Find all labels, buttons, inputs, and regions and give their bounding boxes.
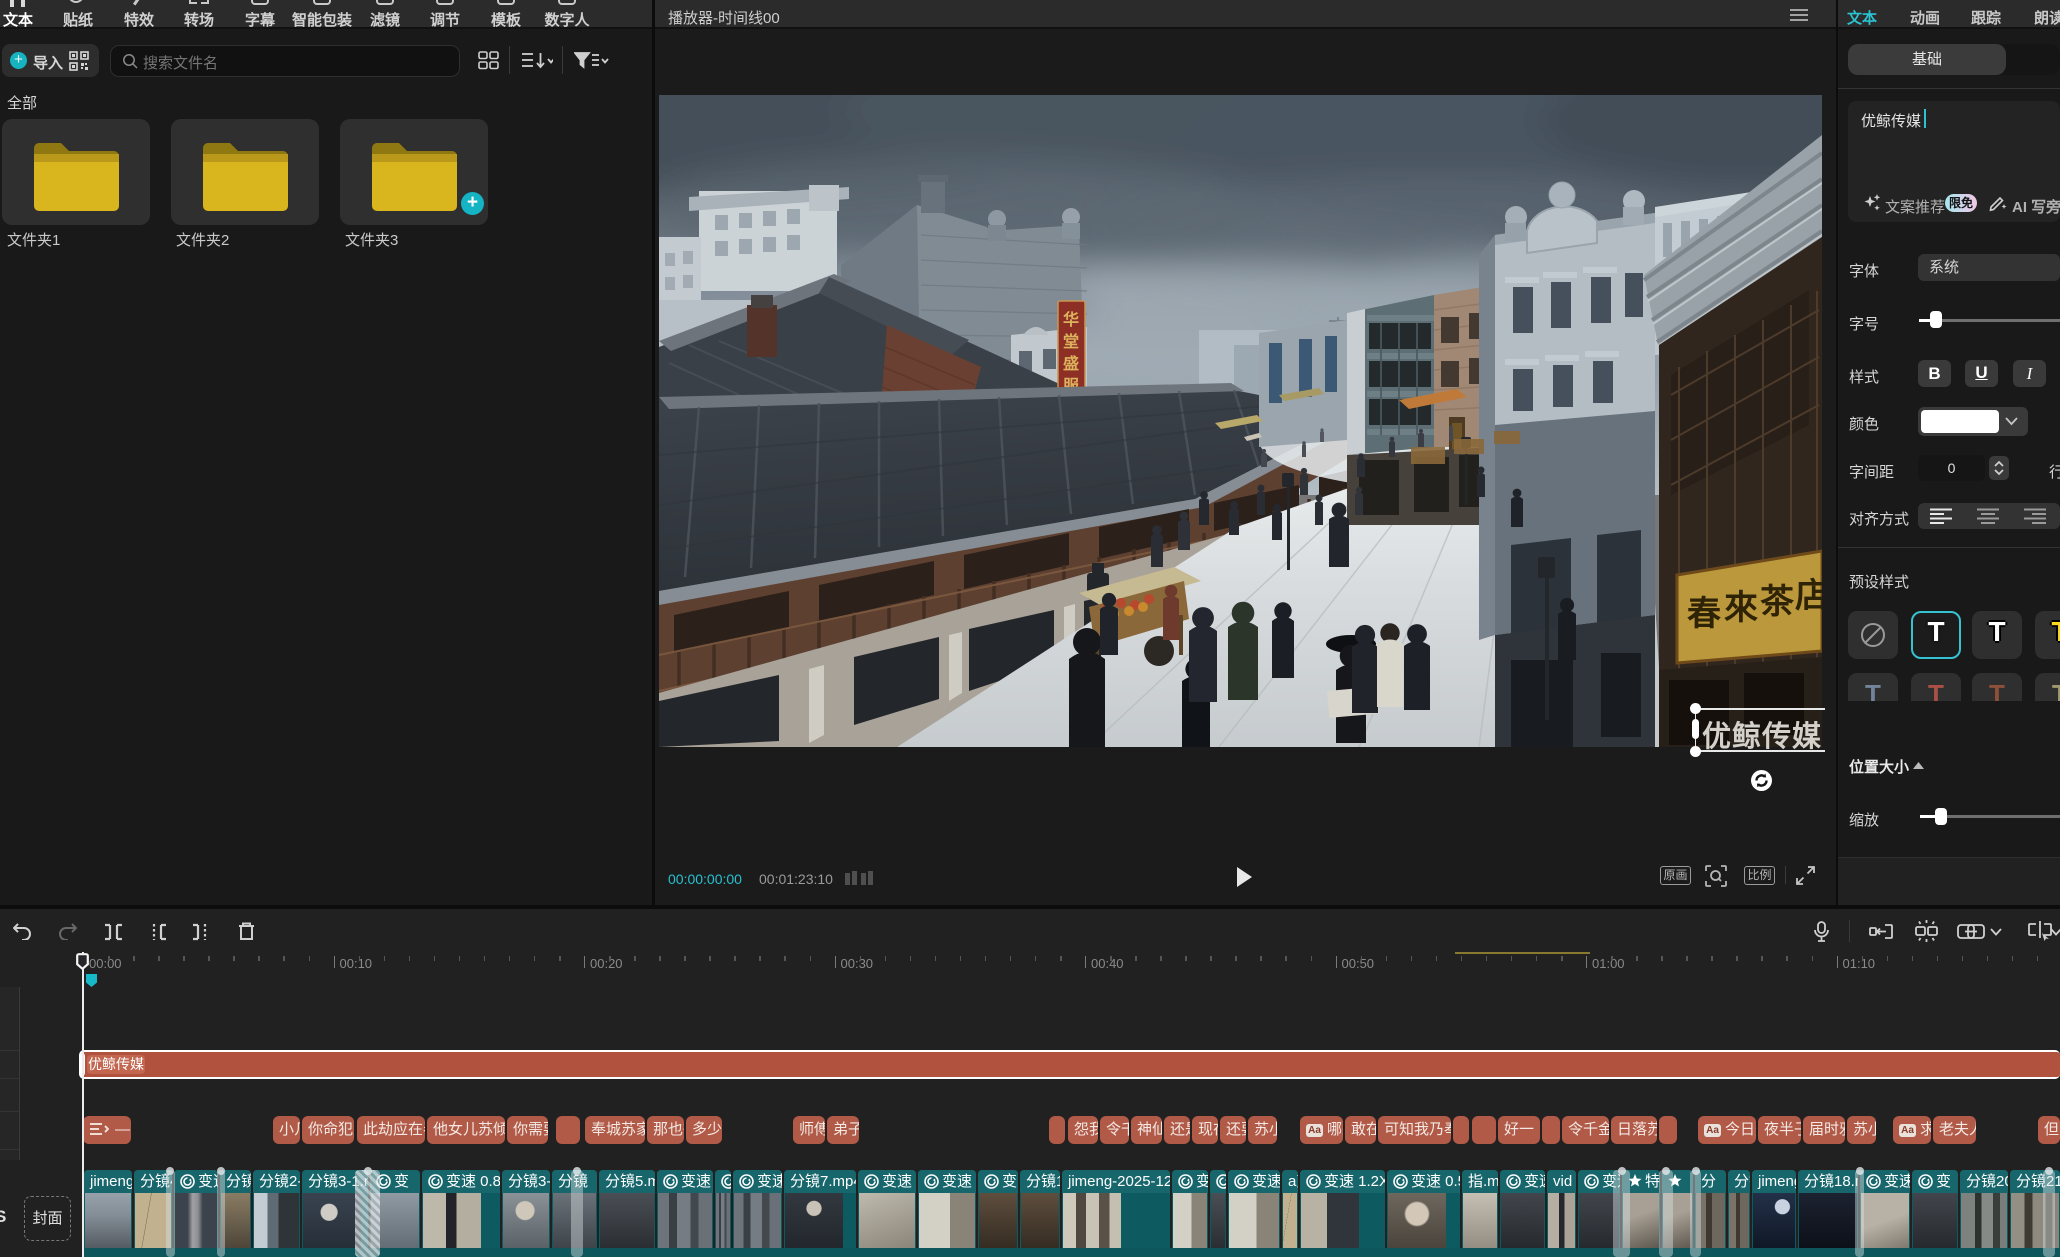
svg-text:春: 春 [1687,595,1721,633]
svg-text:华: 华 [1063,310,1079,329]
svg-text:茶: 茶 [1760,583,1795,621]
svg-text:盛: 盛 [1063,354,1079,373]
svg-text:來: 來 [1724,589,1758,627]
svg-text:店: 店 [1795,577,1822,615]
svg-text:堂: 堂 [1063,332,1079,351]
